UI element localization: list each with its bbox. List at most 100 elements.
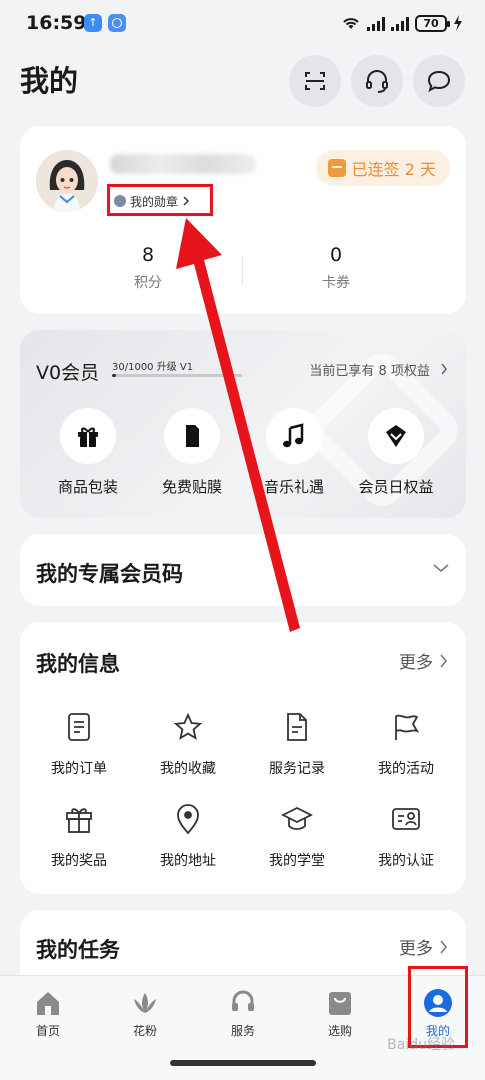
more-label: 更多 (399, 939, 433, 959)
membership-card: V0会员 30/1000 升级 V1 当前已享有 8 项权益 商品包装 免费贴膜… (20, 330, 467, 518)
perk-label: 音乐礼遇 (263, 478, 324, 496)
stat-divider (242, 256, 243, 286)
grid-label: 我的奖品 (51, 853, 107, 869)
points-stat[interactable]: 8 积分 (88, 244, 208, 292)
headset-icon (228, 988, 258, 1018)
grid-label: 我的活动 (378, 761, 434, 777)
my-tasks-title: 我的任务 (36, 938, 120, 962)
watermark: Baidu经验 (387, 1037, 455, 1053)
customer-service-button[interactable] (351, 55, 403, 107)
wifi-icon (343, 18, 359, 29)
grid-label: 我的认证 (378, 853, 434, 869)
coupons-value: 0 (329, 244, 343, 266)
signal-icon-2 (391, 15, 409, 31)
chevron-right-icon (441, 363, 447, 375)
star-icon (171, 710, 205, 744)
service-records-item[interactable]: 服务记录 (242, 710, 352, 778)
status-time: 16:59 (26, 12, 87, 34)
my-prizes-item[interactable]: 我的奖品 (24, 802, 134, 870)
avatar-image (36, 150, 98, 212)
order-list-icon (62, 710, 96, 744)
grid-label: 服务记录 (269, 761, 325, 777)
grid-label: 我的学堂 (269, 853, 325, 869)
headset-icon (366, 70, 388, 93)
page-title: 我的 (20, 64, 79, 98)
membership-progress-bar (112, 374, 242, 377)
home-indicator (170, 1060, 316, 1066)
scan-icon (305, 72, 325, 90)
membership-progress-fill (112, 374, 116, 377)
my-activities-item[interactable]: 我的活动 (351, 710, 461, 778)
grid-label: 我的收藏 (160, 761, 216, 777)
calendar-icon (327, 159, 346, 177)
perk-packaging[interactable]: 商品包装 (38, 408, 138, 497)
grid-label: 我的订单 (51, 761, 107, 777)
app-notification-icon: ↑ (84, 14, 102, 32)
status-bar: 16:59 ↑ 70 (0, 0, 485, 48)
signal-icon (367, 15, 385, 31)
grid-label: 我的地址 (160, 853, 216, 869)
chevron-down-icon (433, 564, 449, 573)
my-verification-item[interactable]: 我的认证 (351, 802, 461, 870)
perk-label: 商品包装 (57, 478, 118, 496)
flag-icon (389, 710, 423, 744)
gift-icon (60, 408, 116, 464)
my-orders-item[interactable]: 我的订单 (24, 710, 134, 778)
avatar[interactable] (36, 150, 98, 212)
member-code-title: 我的专属会员码 (36, 562, 183, 586)
checkin-label: 已连签 2 天 (351, 160, 436, 179)
phone-film-icon (164, 408, 220, 464)
username-redacted (110, 154, 256, 174)
flower-icon (130, 988, 160, 1018)
more-label: 更多 (399, 653, 433, 673)
nav-fans[interactable]: 花粉 (105, 988, 185, 1039)
nav-service[interactable]: 服务 (203, 988, 283, 1039)
my-academy-item[interactable]: 我的学堂 (242, 802, 352, 870)
coupons-stat[interactable]: 0 卡券 (276, 244, 396, 292)
scan-button[interactable] (289, 55, 341, 107)
perk-member-day[interactable]: 会员日权益 (346, 408, 446, 497)
checkin-button[interactable]: 已连签 2 天 (315, 150, 450, 186)
diamond-badge-icon (368, 408, 424, 464)
status-indicators: 70 (341, 13, 463, 33)
perk-label: 会员日权益 (358, 478, 434, 496)
id-card-icon (389, 802, 423, 836)
nav-label: 首页 (35, 1024, 60, 1038)
messages-button[interactable] (413, 55, 465, 107)
music-note-icon (266, 408, 322, 464)
my-address-item[interactable]: 我的地址 (133, 802, 243, 870)
charging-icon (454, 15, 462, 31)
nav-shop[interactable]: 选购 (300, 988, 380, 1039)
points-label: 积分 (134, 275, 162, 291)
chat-bubble-icon (427, 70, 451, 92)
membership-rights-link[interactable]: 当前已享有 8 项权益 (309, 360, 448, 379)
perk-music[interactable]: 音乐礼遇 (244, 408, 344, 497)
nav-label: 选购 (327, 1024, 352, 1038)
chevron-right-icon (440, 939, 448, 954)
member-code-card[interactable]: 我的专属会员码 (20, 534, 466, 606)
nav-label: 服务 (230, 1024, 255, 1038)
my-info-title: 我的信息 (36, 652, 120, 676)
document-icon (280, 710, 314, 744)
perk-film[interactable]: 免费贴膜 (142, 408, 242, 497)
membership-progress-text: 30/1000 升级 V1 (112, 362, 194, 373)
membership-level: V0会员 (36, 362, 100, 384)
gift-icon (62, 802, 96, 836)
perk-label: 免费贴膜 (161, 478, 222, 496)
my-tasks-more-link[interactable]: 更多 (399, 934, 448, 959)
chevron-right-icon (440, 653, 448, 668)
nav-home[interactable]: 首页 (8, 988, 88, 1039)
points-value: 8 (141, 244, 155, 266)
home-icon (33, 988, 63, 1018)
location-pin-icon (171, 802, 205, 836)
shopping-bag-icon (325, 988, 355, 1018)
profile-card: 我的勋章 已连签 2 天 8 积分 0 卡券 (20, 126, 466, 314)
my-favorites-item[interactable]: 我的收藏 (133, 710, 243, 778)
battery-indicator: 70 (415, 14, 450, 32)
membership-rights-label: 当前已享有 8 项权益 (309, 364, 430, 379)
my-info-more-link[interactable]: 更多 (399, 648, 448, 673)
my-info-card: 我的信息 更多 我的订单 我的收藏 服务记录 我的活动 我的奖品 我的地址 我的… (20, 622, 466, 894)
annotation-box-badges (107, 184, 213, 216)
nav-label: 花粉 (132, 1024, 157, 1038)
coupons-label: 卡券 (322, 275, 350, 291)
